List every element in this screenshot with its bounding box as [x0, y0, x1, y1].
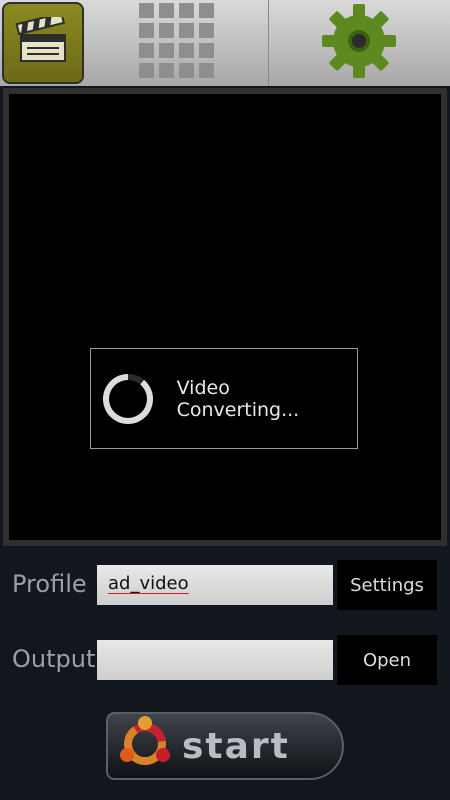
gear-icon: [321, 3, 397, 83]
profile-row: Profile ad_video Settings: [0, 560, 450, 616]
clapperboard-icon: [15, 11, 71, 69]
output-label: Output: [12, 645, 96, 673]
start-logo-icon: [116, 715, 174, 777]
output-input[interactable]: [97, 640, 333, 680]
grid-icon: [138, 3, 215, 83]
profile-input[interactable]: ad_video: [97, 565, 333, 605]
settings-button[interactable]: Settings: [337, 560, 437, 610]
top-toolbar: [0, 0, 450, 86]
toolbar-video-tab[interactable]: [2, 2, 84, 84]
toolbar-settings-tab[interactable]: [269, 0, 450, 86]
start-label: start: [182, 725, 290, 767]
video-preview-frame: Video Converting...: [3, 88, 447, 546]
profile-value: ad_video: [108, 573, 189, 594]
output-row: Output Open: [0, 635, 450, 691]
video-preview: Video Converting...: [9, 94, 441, 540]
open-button[interactable]: Open: [337, 635, 437, 685]
loading-spinner-icon: [103, 373, 153, 424]
app-root: Video Converting... Profile ad_video Set…: [0, 0, 450, 800]
start-button[interactable]: start: [106, 712, 344, 780]
progress-dialog: Video Converting...: [90, 348, 358, 449]
toolbar-grid-tab[interactable]: [86, 0, 269, 86]
progress-message: Video Converting...: [176, 376, 300, 421]
profile-label: Profile: [12, 570, 87, 598]
